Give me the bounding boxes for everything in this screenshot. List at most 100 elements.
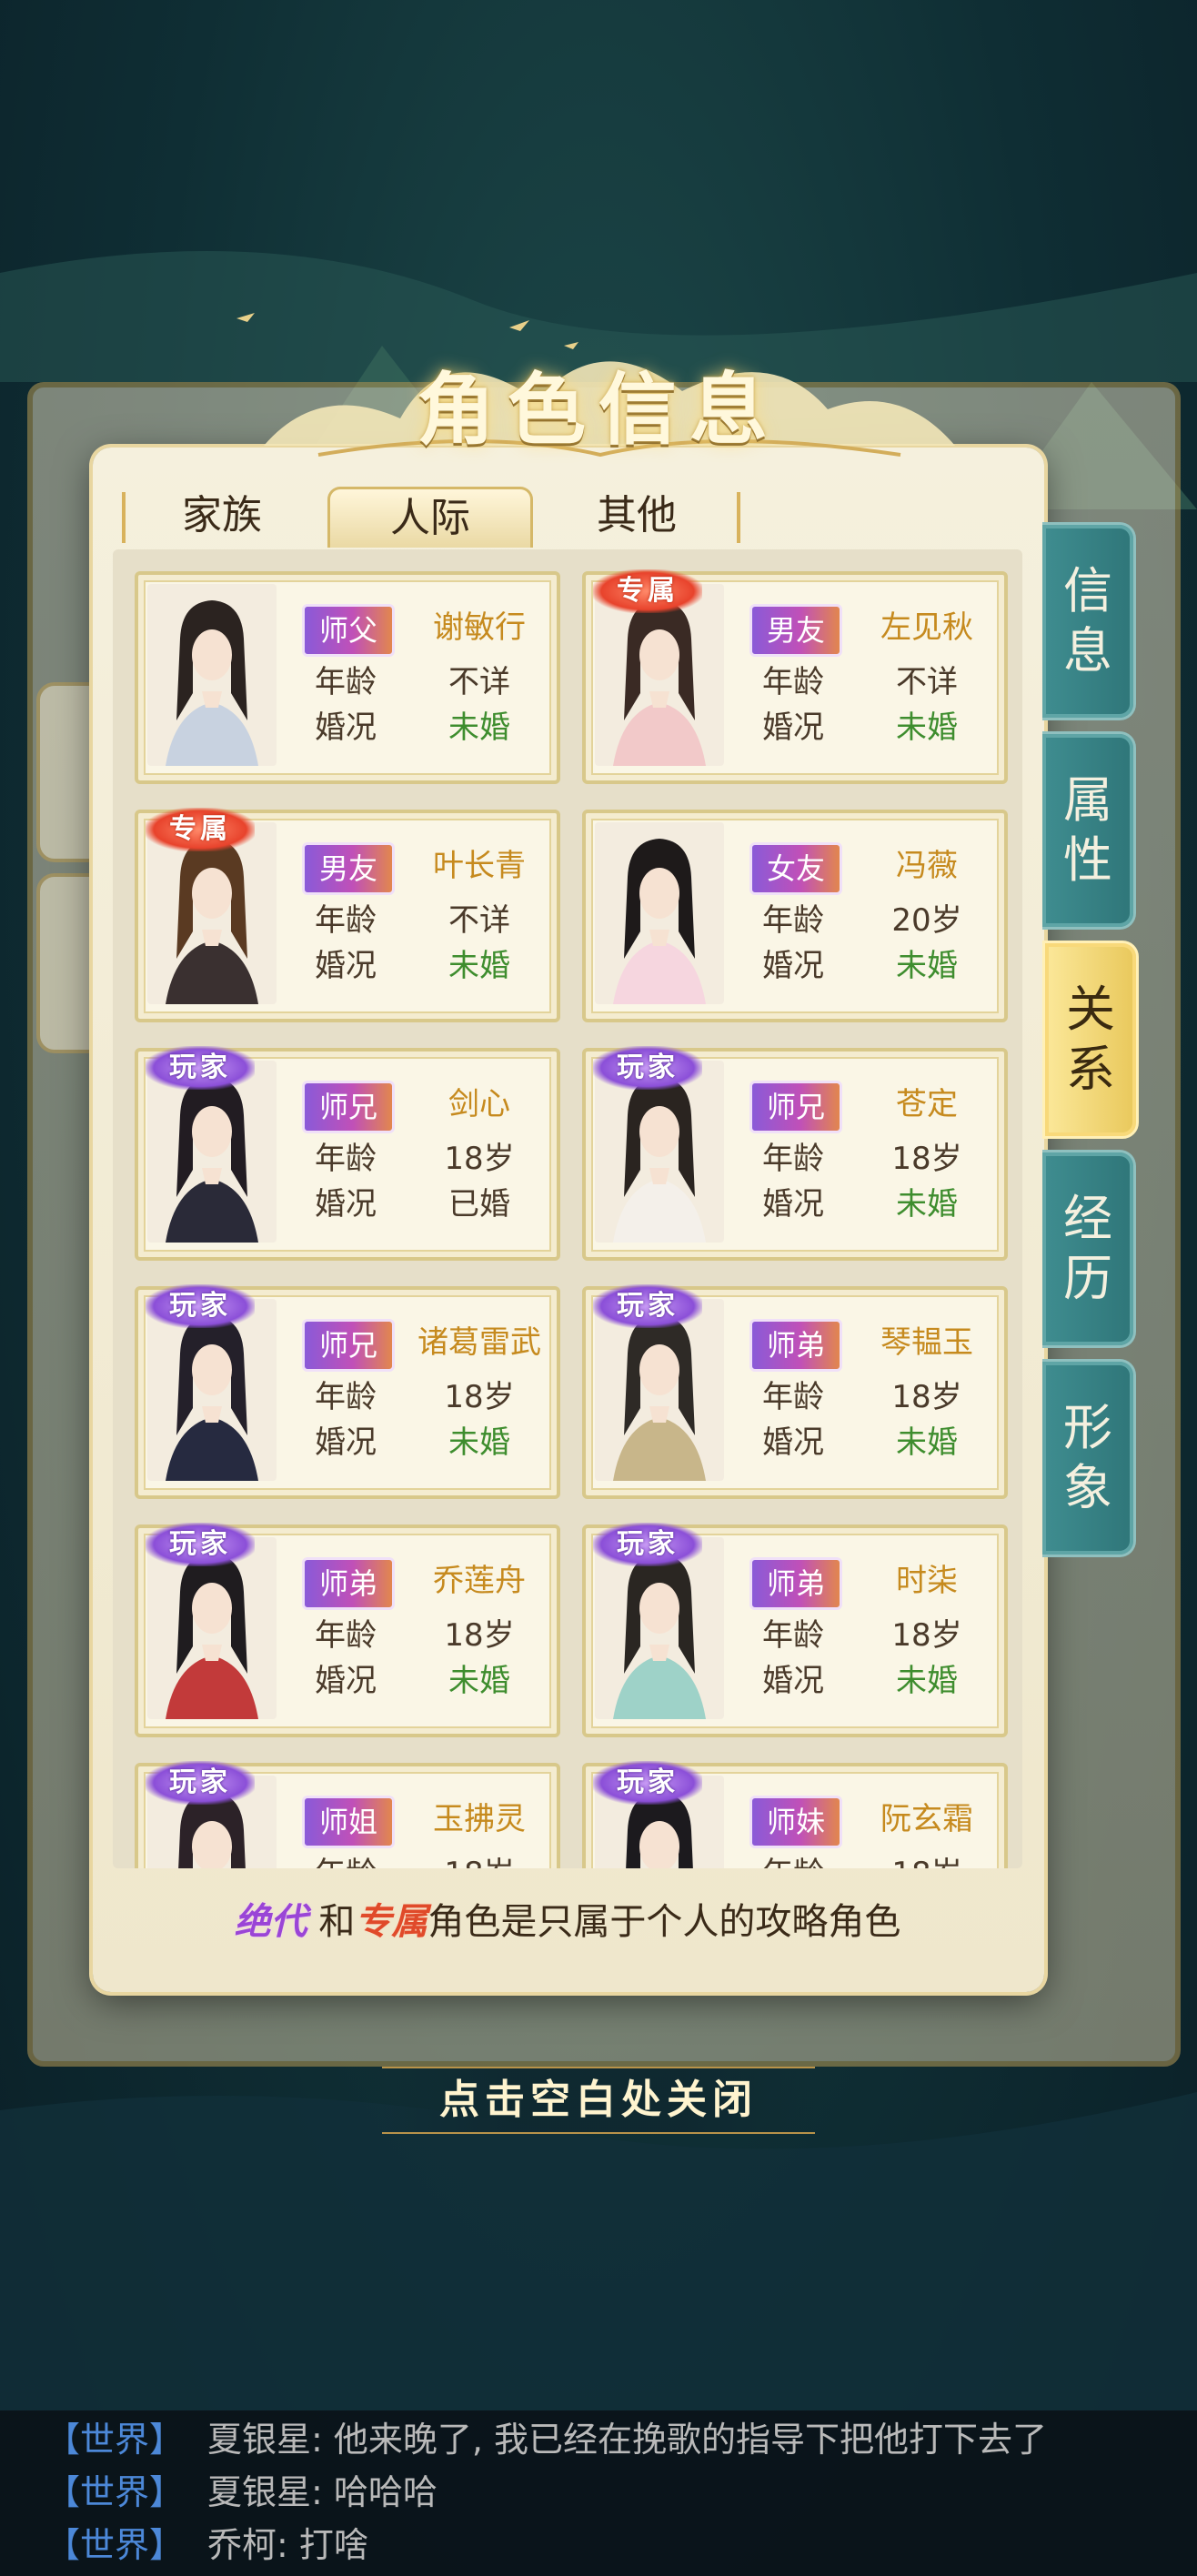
character-name: 乔莲舟 — [433, 1563, 526, 1599]
character-card[interactable]: 师父 谢敏行 年龄 不详 婚况 未婚 — [135, 571, 560, 784]
side-tab-appearance[interactable]: 形象 — [1042, 1359, 1136, 1557]
age-label: 年龄 — [762, 1379, 824, 1415]
character-card[interactable]: 玩家师妹阮玄霜年龄18岁婚况 — [582, 1761, 1008, 1868]
age-label: 年龄 — [315, 902, 377, 939]
chat-channel: 【世界】 — [45, 2472, 185, 2512]
tab-social[interactable]: 人际 — [327, 487, 533, 548]
chat-channel: 【世界】 — [45, 2525, 185, 2565]
tab-other[interactable]: 其他 — [537, 487, 737, 545]
marriage-label: 婚况 — [315, 1186, 377, 1223]
marriage-label: 婚况 — [762, 1424, 824, 1461]
character-badge: 专属 — [146, 808, 255, 851]
modal-title: 角色信息 — [417, 364, 780, 456]
relation-role-tag: 师姐 — [302, 1796, 395, 1848]
footer-connector: 和 — [318, 1901, 356, 1943]
age-label: 年龄 — [315, 664, 377, 700]
side-tab-label: 经历 — [1063, 1190, 1112, 1307]
relation-role-tag: 男友 — [749, 604, 842, 657]
chat-message: 乔柯: 打啥 — [207, 2525, 368, 2565]
tab-family[interactable]: 家族 — [122, 487, 322, 545]
character-card[interactable]: 玩家 师兄 诸葛雷武 年龄 18岁 婚况 未婚 — [135, 1284, 560, 1499]
age-value: 18岁 — [444, 1141, 515, 1177]
relation-role-tag: 师妹 — [749, 1796, 842, 1848]
age-value: 不详 — [896, 664, 958, 700]
relations-list[interactable]: 师父 谢敏行 年龄 不详 婚况 未婚 专属 男友 左见秋 年龄 不详 婚况 未婚 专属 男友 叶长青 年龄 不详婚… — [113, 549, 1022, 1868]
legend-tag-exclusive: 专属 — [355, 1900, 428, 1943]
age-label: 年龄 — [315, 1617, 377, 1654]
marriage-label: 婚况 — [762, 948, 824, 984]
character-badge: 玩家 — [593, 1284, 702, 1328]
side-tab-info[interactable]: 信息 — [1042, 522, 1136, 720]
chat-line: 【世界】 夏银星: 他来晚了, 我已经在挽歌的指导下把他打下去了 — [45, 2414, 1047, 2465]
character-name: 谢敏行 — [433, 609, 526, 646]
chat-message: 夏银星: 哈哈哈 — [207, 2472, 438, 2512]
character-card[interactable]: 玩家 师兄 苍定 年龄 18岁 婚况 未婚 — [582, 1046, 1008, 1261]
footer-text: 角色是只属于个人的攻略角色 — [428, 1901, 901, 1943]
character-card[interactable]: 玩家 师弟 琴韫玉 年龄 18岁 婚况 未婚 — [582, 1284, 1008, 1499]
world-chat-panel[interactable]: 【世界】 夏银星: 他来晚了, 我已经在挽歌的指导下把他打下去了 【世界】 夏银星:… — [0, 2410, 1197, 2576]
character-name: 剑心 — [448, 1086, 510, 1122]
age-label: 年龄 — [762, 664, 824, 700]
character-name: 诸葛雷武 — [417, 1324, 541, 1361]
relation-role-tag: 男友 — [302, 842, 395, 895]
age-value: 不详 — [448, 902, 510, 939]
marriage-value: 未婚 — [896, 1186, 958, 1223]
marriage-value: 未婚 — [896, 1424, 958, 1461]
marriage-label: 婚况 — [762, 709, 824, 746]
age-label: 年龄 — [762, 902, 824, 939]
age-label: 年龄 — [749, 1848, 837, 1868]
tab-divider — [737, 492, 740, 543]
character-name: 玉拂灵 — [433, 1801, 526, 1837]
legend-tag-peerless: 绝代 — [234, 1900, 307, 1943]
relation-role-tag: 师弟 — [302, 1557, 395, 1610]
character-card[interactable]: 女友 冯薇年龄 20岁婚况 未婚 — [582, 810, 1008, 1022]
age-value: 18岁 — [850, 1848, 1004, 1868]
side-tab-experience[interactable]: 经历 — [1042, 1150, 1136, 1348]
age-value: 18岁 — [402, 1848, 557, 1868]
age-value: 20岁 — [891, 902, 962, 939]
character-badge: 玩家 — [593, 1046, 702, 1090]
category-tabs: 家族 人际 其他 — [122, 487, 740, 550]
character-badge: 玩家 — [593, 1761, 702, 1805]
character-name: 阮玄霜 — [880, 1801, 973, 1837]
side-tab-label: 形象 — [1063, 1399, 1112, 1516]
character-card[interactable]: 专属 男友 叶长青 年龄 不详 婚况 未婚 — [135, 808, 560, 1022]
marriage-label: 婚况 — [315, 948, 377, 984]
marriage-label: 婚况 — [315, 1663, 377, 1699]
marriage-value: 未婚 — [448, 948, 510, 984]
chat-message: 夏银星: 他来晚了, 我已经在挽歌的指导下把他打下去了 — [207, 2420, 1048, 2460]
side-tab-attributes[interactable]: 属性 — [1042, 731, 1136, 930]
relation-role-tag: 师弟 — [749, 1319, 842, 1372]
character-badge: 玩家 — [146, 1761, 255, 1805]
character-card[interactable]: 玩家师弟 乔莲舟年龄 18岁婚况 未婚 — [135, 1523, 560, 1737]
chat-line: 【世界】 乔柯: 打啥 — [45, 2520, 368, 2571]
marriage-value: 未婚 — [896, 709, 958, 746]
age-value: 18岁 — [444, 1617, 515, 1654]
relation-role-tag: 师弟 — [749, 1557, 842, 1610]
character-badge: 玩家 — [146, 1284, 255, 1328]
age-value: 18岁 — [444, 1379, 515, 1415]
relation-role-tag: 师兄 — [749, 1081, 842, 1133]
marriage-value: 未婚 — [896, 948, 958, 984]
character-badge: 玩家 — [146, 1523, 255, 1566]
character-card[interactable]: 专属 男友 左见秋 年龄 不详 婚况 未婚 — [582, 569, 1008, 784]
age-value: 18岁 — [891, 1141, 962, 1177]
marriage-value: 未婚 — [448, 709, 510, 746]
marriage-label: 婚况 — [315, 709, 377, 746]
close-hint[interactable]: 点击空白处关闭 — [382, 2067, 815, 2134]
character-name: 冯薇 — [896, 848, 958, 884]
marriage-label: 婚况 — [315, 1424, 377, 1461]
character-card[interactable]: 玩家 师兄 剑心 年龄 18岁 婚况 已婚 — [135, 1046, 560, 1261]
age-label: 年龄 — [302, 1848, 389, 1868]
character-card[interactable]: 玩家 师弟 时柒 年龄 18岁 婚况 未婚 — [582, 1523, 1008, 1737]
side-tab-relations[interactable]: 关系 — [1042, 941, 1139, 1139]
age-label: 年龄 — [762, 1141, 824, 1177]
marriage-value: 未婚 — [448, 1424, 510, 1461]
marriage-label: 婚况 — [762, 1663, 824, 1699]
marriage-value: 已婚 — [448, 1186, 510, 1223]
character-card[interactable]: 玩家师姐玉拂灵年龄18岁婚况 — [135, 1761, 560, 1868]
character-portrait — [595, 822, 724, 1004]
marriage-value: 未婚 — [448, 1663, 510, 1699]
relation-role-tag: 女友 — [749, 842, 842, 895]
relation-role-tag: 师兄 — [302, 1319, 395, 1372]
